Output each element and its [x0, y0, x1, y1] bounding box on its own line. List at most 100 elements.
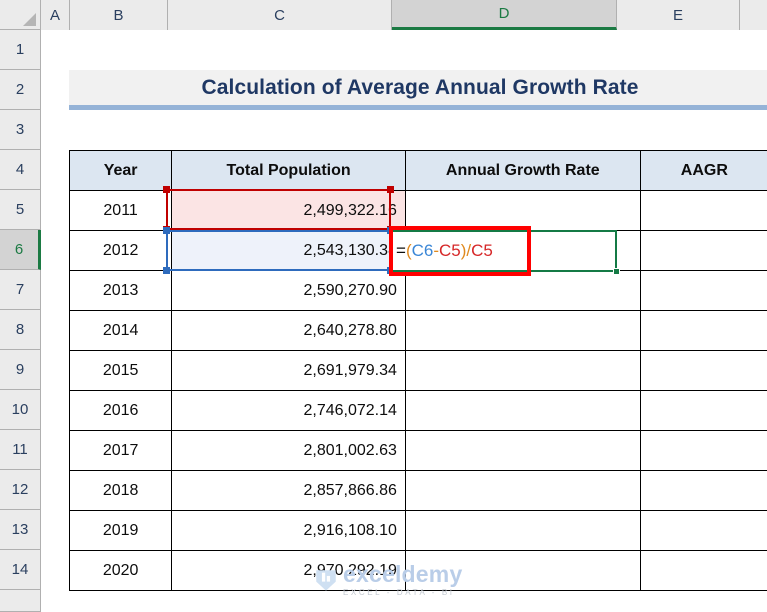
column-header-e-label: E: [672, 6, 683, 24]
table-row: 2015 2,691,979.34: [68, 350, 767, 391]
row-header-12[interactable]: 12: [0, 470, 41, 510]
cell-c10[interactable]: 2,746,072.14: [171, 390, 406, 431]
select-all-corner-button[interactable]: [0, 0, 41, 30]
fill-handle[interactable]: [613, 268, 620, 275]
cell-c5[interactable]: 2,499,322.16: [171, 190, 406, 231]
cell-b12[interactable]: 2018: [68, 470, 173, 511]
row-header-13-label: 13: [11, 521, 29, 538]
cell-d5[interactable]: [404, 190, 641, 231]
population-data-table: Year Total Population Annual Growth Rate…: [68, 150, 767, 591]
table-row: 2011 2,499,322.16: [68, 190, 767, 231]
cell-d13[interactable]: [404, 510, 641, 551]
row-header-4[interactable]: 4: [0, 150, 41, 190]
cell-b11[interactable]: 2017: [68, 430, 173, 471]
cell-c14[interactable]: 2,970,292.19: [171, 550, 406, 591]
cell-d11[interactable]: [404, 430, 641, 471]
column-header-a-label: A: [49, 6, 60, 24]
row-header-13[interactable]: 13: [0, 510, 41, 550]
cell-d12[interactable]: [404, 470, 641, 511]
worksheet-title-banner: Calculation of Average Annual Growth Rat…: [69, 70, 767, 110]
cell-b7[interactable]: 2013: [68, 270, 173, 311]
row-header-8-label: 8: [15, 321, 25, 338]
table-header-aagr: AAGR: [639, 150, 767, 191]
table-row: 2014 2,640,278.80: [68, 310, 767, 351]
column-header-d-label: D: [498, 5, 510, 22]
column-header-a[interactable]: A: [41, 0, 70, 30]
cell-c9[interactable]: 2,691,979.34: [171, 350, 406, 391]
row-header-15[interactable]: [0, 590, 41, 612]
row-header-2[interactable]: 2: [0, 70, 41, 110]
table-header-population: Total Population: [171, 150, 406, 191]
cell-e14[interactable]: [639, 550, 767, 591]
cell-e9[interactable]: [639, 350, 767, 391]
cell-d8[interactable]: [404, 310, 641, 351]
row-header-7[interactable]: 7: [0, 270, 41, 310]
cell-b5[interactable]: 2011: [68, 190, 173, 231]
cell-b9[interactable]: 2015: [68, 350, 173, 391]
table-row: 2013 2,590,270.90: [68, 270, 767, 311]
formula-token-equals: =: [396, 241, 406, 260]
page-title: Calculation of Average Annual Growth Rat…: [201, 75, 639, 99]
row-header-1-label: 1: [15, 41, 25, 58]
row-header-6-label: 6: [14, 241, 24, 258]
formula-entry-d6[interactable]: = ( C6 - C5 ) / C5: [393, 232, 523, 270]
formula-token-ref-c5-a: C5: [439, 241, 461, 260]
cell-c12[interactable]: 2,857,866.86: [171, 470, 406, 511]
formula-token-ref-c6: C6: [411, 241, 434, 260]
cell-e8[interactable]: [639, 310, 767, 351]
row-header-14[interactable]: 14: [0, 550, 41, 590]
column-header-b-label: B: [113, 6, 124, 24]
cell-b14[interactable]: 2020: [68, 550, 173, 591]
row-header-7-label: 7: [15, 281, 25, 298]
cell-c13[interactable]: 2,916,108.10: [171, 510, 406, 551]
cell-e5[interactable]: [639, 190, 767, 231]
cell-b10[interactable]: 2016: [68, 390, 173, 431]
cell-b13[interactable]: 2019: [68, 510, 173, 551]
row-header-11-label: 11: [12, 441, 28, 458]
column-header-d[interactable]: D: [392, 0, 617, 30]
row-header-9[interactable]: 9: [0, 350, 41, 390]
table-header-year: Year: [68, 150, 173, 191]
excel-worksheet: A B C D E 1 2 3 4 5 6 7 8 9 10 11 12 13 …: [0, 0, 767, 612]
cell-e7[interactable]: [639, 270, 767, 311]
row-header-11[interactable]: 11: [0, 430, 41, 470]
column-header-b[interactable]: B: [70, 0, 168, 30]
cell-b8[interactable]: 2014: [68, 310, 173, 351]
formula-token-ref-c5-b: C5: [471, 241, 493, 260]
cell-b6[interactable]: 2012: [68, 230, 173, 271]
cell-d14[interactable]: [404, 550, 641, 591]
row-header-5-label: 5: [15, 201, 25, 218]
row-header-12-label: 12: [11, 481, 29, 498]
row-header-2-label: 2: [15, 81, 25, 98]
cell-c11[interactable]: 2,801,002.63: [171, 430, 406, 471]
column-header-f[interactable]: [740, 0, 767, 30]
cell-e13[interactable]: [639, 510, 767, 551]
cell-e10[interactable]: [639, 390, 767, 431]
row-header-10[interactable]: 10: [0, 390, 41, 430]
column-header-c[interactable]: C: [168, 0, 392, 30]
cell-c7[interactable]: 2,590,270.90: [171, 270, 406, 311]
cell-e12[interactable]: [639, 470, 767, 511]
column-header-e[interactable]: E: [617, 0, 740, 30]
cell-d10[interactable]: [404, 390, 641, 431]
cell-c8[interactable]: 2,640,278.80: [171, 310, 406, 351]
cell-e11[interactable]: [639, 430, 767, 471]
row-header-6[interactable]: 6: [0, 230, 41, 270]
row-header-5[interactable]: 5: [0, 190, 41, 230]
row-header-8[interactable]: 8: [0, 310, 41, 350]
row-header-4-label: 4: [15, 161, 25, 178]
table-row: 2018 2,857,866.86: [68, 470, 767, 511]
worksheet-grid: Calculation of Average Annual Growth Rat…: [41, 30, 767, 612]
cell-e6[interactable]: [639, 230, 767, 271]
row-header-3[interactable]: 3: [0, 110, 41, 150]
table-row: 2019 2,916,108.10: [68, 510, 767, 551]
cell-d7[interactable]: [404, 270, 641, 311]
table-header-growth: Annual Growth Rate: [404, 150, 641, 191]
cell-c6[interactable]: 2,543,130.38: [171, 230, 406, 271]
row-header-10-label: 10: [11, 401, 29, 418]
row-header-1[interactable]: 1: [0, 30, 41, 70]
cell-d9[interactable]: [404, 350, 641, 391]
table-row: 2016 2,746,072.14: [68, 390, 767, 431]
table-header-row: Year Total Population Annual Growth Rate…: [68, 150, 767, 191]
table-row: 2017 2,801,002.63: [68, 430, 767, 471]
